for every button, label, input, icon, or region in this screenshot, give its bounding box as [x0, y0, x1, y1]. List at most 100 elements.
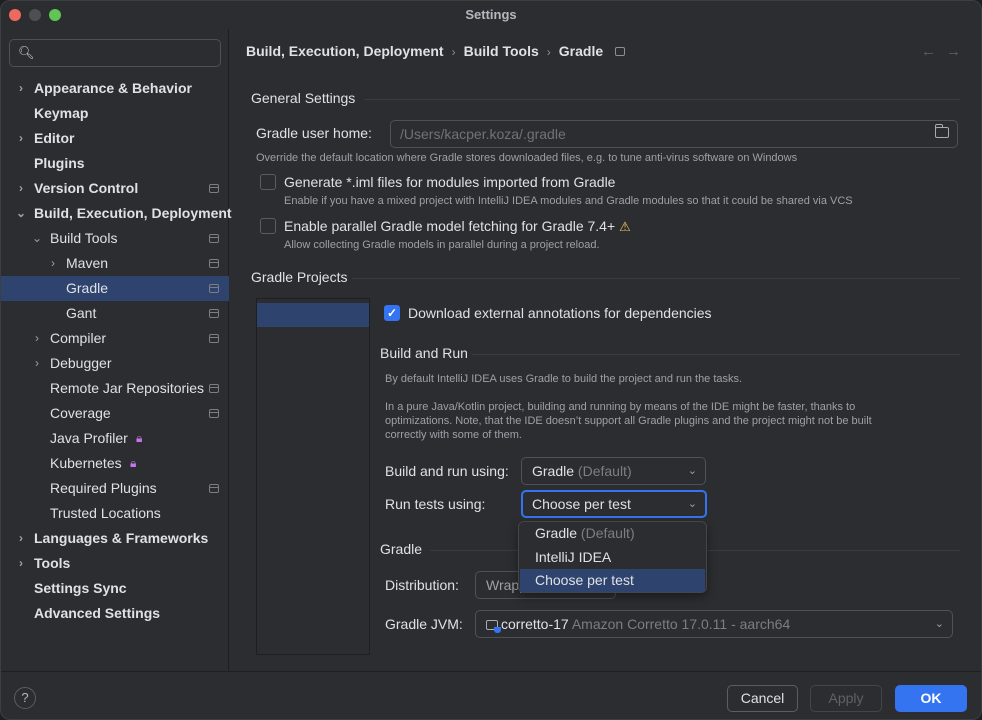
sidebar-item[interactable]: Gradle	[1, 276, 229, 301]
generate-iml-checkbox[interactable]	[260, 174, 276, 190]
chevron-right-icon[interactable]: ›	[15, 126, 27, 151]
general-settings-title: General Settings	[251, 90, 356, 106]
chevron-right-icon[interactable]: ›	[31, 326, 43, 351]
gradle-section-title: Gradle	[380, 541, 423, 557]
project-list-item-selected[interactable]	[257, 303, 369, 327]
dropdown-option-choose-per-test[interactable]: Choose per test	[520, 569, 705, 592]
build-and-run-title: Build and Run	[380, 345, 468, 361]
sidebar-item-label: Required Plugins	[50, 480, 157, 496]
gradle-user-home-hint: Override the default location where Grad…	[256, 152, 798, 164]
breadcrumb-item[interactable]: Build, Execution, Deployment	[246, 43, 444, 59]
sidebar-item[interactable]: › Editor	[1, 126, 229, 151]
run-tests-using-label: Run tests using:	[385, 496, 486, 512]
sidebar-item[interactable]: Coverage	[1, 401, 229, 426]
help-button[interactable]: ?	[14, 687, 36, 709]
sidebar-item-label: Gant	[66, 305, 97, 321]
parallel-fetch-label[interactable]: Enable parallel Gradle model fetching fo…	[284, 218, 631, 235]
chevron-down-icon[interactable]: ⌄	[31, 226, 43, 251]
chevron-right-icon[interactable]: ›	[15, 76, 27, 101]
sidebar-item-label: Build Tools	[50, 230, 118, 246]
sidebar-item[interactable]: › Maven	[1, 251, 229, 276]
ok-button[interactable]: OK	[895, 685, 967, 712]
option-suffix: (Default)	[580, 525, 635, 541]
sidebar-item-label: Kubernetes	[50, 455, 122, 471]
download-annotations-checkbox[interactable]: ✓	[384, 305, 400, 321]
close-window-button[interactable]	[9, 9, 21, 21]
chevron-down-icon[interactable]: ⌄	[15, 201, 27, 226]
sidebar-item[interactable]: Settings Sync	[1, 576, 229, 601]
project-level-icon	[209, 484, 219, 493]
breadcrumb-item[interactable]: Build Tools	[464, 43, 539, 59]
sidebar-item[interactable]: › Debugger	[1, 351, 229, 376]
chevron-right-icon[interactable]: ›	[15, 176, 27, 201]
sidebar-item-label: Maven	[66, 255, 109, 271]
sidebar-item[interactable]: Keymap	[1, 101, 229, 126]
project-level-icon	[209, 384, 219, 393]
gradle-user-home-input[interactable]: /Users/kacper.koza/.gradle	[390, 120, 958, 148]
gradle-projects-list[interactable]	[256, 298, 370, 655]
run-tests-using-select[interactable]: Choose per test ⌄	[521, 490, 707, 518]
dropdown-option-intellij[interactable]: IntelliJ IDEA	[520, 546, 705, 569]
maximize-window-button[interactable]	[49, 9, 61, 21]
settings-search-input[interactable]: 🔍︎	[9, 39, 221, 67]
run-tests-dropdown: Gradle (Default) IntelliJ IDEA Choose pe…	[518, 521, 707, 593]
gradle-settings-panel: Build, Execution, Deployment › Build Tools…	[230, 29, 981, 671]
chevron-right-icon[interactable]: ›	[15, 526, 27, 551]
sidebar-item-label: Languages & Frameworks	[34, 530, 209, 546]
gradle-user-home-placeholder: /Users/kacper.koza/.gradle	[400, 126, 566, 142]
lock-icon: 🔒︎	[136, 431, 143, 445]
project-level-icon	[209, 259, 219, 268]
option-label: Gradle	[535, 525, 578, 541]
sidebar-item-label: Compiler	[50, 330, 107, 346]
sidebar-item[interactable]: Required Plugins	[1, 476, 229, 501]
sidebar-item[interactable]: ⌄ Build, Execution, Deployment	[1, 201, 232, 226]
breadcrumb-item: Gradle	[558, 43, 604, 59]
chevron-down-icon: ⌄	[687, 498, 697, 510]
chevron-right-icon[interactable]: ›	[31, 351, 43, 376]
build-run-using-suffix: (Default)	[577, 463, 632, 479]
sidebar-item[interactable]: › Compiler	[1, 326, 229, 351]
minimize-window-button[interactable]	[29, 9, 41, 21]
build-run-using-select[interactable]: Gradle (Default) ⌄	[521, 457, 706, 485]
sidebar-item[interactable]: ⌄ Build Tools	[1, 226, 229, 251]
build-run-description: By default IntelliJ IDEA uses Gradle to …	[385, 373, 743, 385]
sidebar-item[interactable]: Kubernetes 🔒︎	[1, 451, 229, 476]
settings-window: Settings 🔍︎ › Appearance & Behavior Keymap…	[0, 0, 982, 720]
generate-iml-label[interactable]: Generate *.iml files for modules importe…	[284, 174, 615, 190]
sidebar-item-label: Tools	[34, 555, 71, 571]
chevron-right-icon: ›	[546, 45, 551, 59]
sidebar-item[interactable]: › Appearance & Behavior	[1, 76, 229, 101]
project-level-icon	[615, 47, 626, 56]
chevron-right-icon[interactable]: ›	[47, 251, 59, 276]
sidebar-item[interactable]: Trusted Locations	[1, 501, 229, 526]
dropdown-option-gradle[interactable]: Gradle (Default)	[520, 522, 705, 545]
sidebar-item[interactable]: Plugins	[1, 151, 229, 176]
sidebar-item[interactable]: Remote Jar Repositories	[1, 376, 229, 401]
option-label: Choose per test	[535, 572, 634, 588]
sidebar-item[interactable]: › Version Control	[1, 176, 229, 201]
warning-icon: ⚠	[619, 219, 631, 234]
chevron-right-icon[interactable]: ›	[15, 551, 27, 576]
sidebar-item[interactable]: › Tools	[1, 551, 229, 576]
cancel-button[interactable]: Cancel	[727, 685, 798, 712]
sidebar-item[interactable]: Gant	[1, 301, 229, 326]
download-annotations-label[interactable]: Download external annotations for depend…	[408, 305, 712, 321]
back-arrow-icon[interactable]: ←	[921, 43, 946, 60]
forward-arrow-icon[interactable]: →	[946, 43, 971, 60]
sidebar-item-label: Version Control	[34, 180, 139, 196]
project-level-icon	[209, 309, 219, 318]
parallel-fetch-checkbox[interactable]	[260, 218, 276, 234]
gradle-jvm-label: Gradle JVM:	[385, 616, 463, 632]
jvm-name: corretto-17	[501, 616, 569, 632]
folder-icon[interactable]	[935, 124, 949, 138]
sidebar-item-label: Plugins	[34, 155, 85, 171]
gradle-jvm-select[interactable]: corretto-17 Amazon Corretto 17.0.11 - aa…	[475, 610, 953, 638]
sidebar-item-label: Coverage	[50, 405, 111, 421]
build-run-using-label: Build and run using:	[385, 463, 509, 479]
sidebar-item[interactable]: › Languages & Frameworks	[1, 526, 229, 551]
project-level-icon	[209, 334, 219, 343]
lock-icon: 🔒︎	[130, 456, 137, 470]
apply-button[interactable]: Apply	[810, 685, 882, 712]
sidebar-item[interactable]: Java Profiler 🔒︎	[1, 426, 229, 451]
sidebar-item[interactable]: Advanced Settings	[1, 601, 229, 626]
